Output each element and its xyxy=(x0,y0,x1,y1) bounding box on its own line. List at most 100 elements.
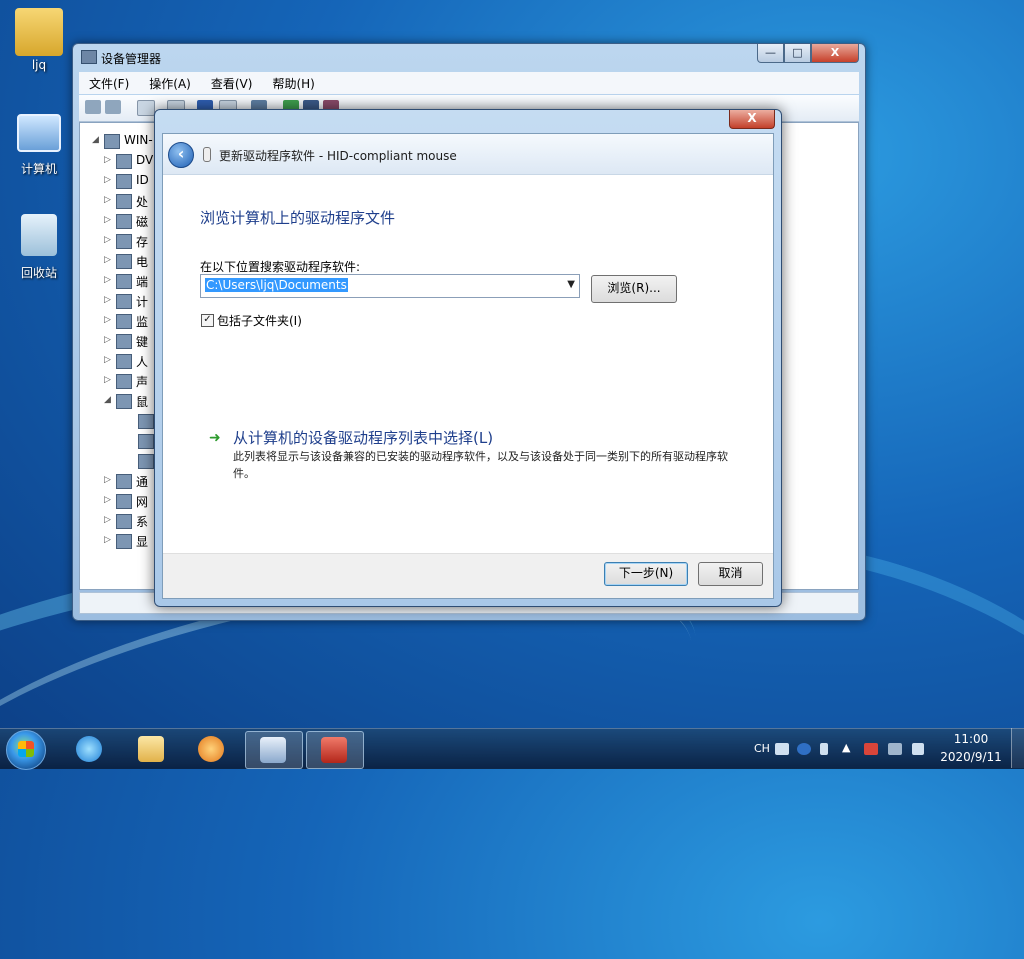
device-category-icon xyxy=(116,474,132,489)
tree-category-label: 监 xyxy=(136,315,149,329)
show-hidden-icons-arrow[interactable]: ▲ xyxy=(842,741,850,754)
menu-help[interactable]: 帮助(H) xyxy=(262,75,324,92)
expand-triangle-icon[interactable]: ▷ xyxy=(104,235,111,245)
tree-category-label: DV xyxy=(136,153,154,167)
toolbox-icon xyxy=(321,737,347,763)
expand-triangle-icon[interactable]: ▷ xyxy=(104,155,111,165)
device-category-icon xyxy=(116,154,132,169)
chevron-down-icon[interactable]: ▼ xyxy=(567,279,575,290)
properties-icon[interactable] xyxy=(137,100,155,116)
volume-icon[interactable] xyxy=(912,743,924,755)
expand-triangle-icon[interactable]: ▷ xyxy=(104,495,111,505)
taskbar-media-player[interactable] xyxy=(184,731,240,767)
tree-category-label: 存 xyxy=(136,235,149,249)
wizard-footer: 下一步(N) 取消 xyxy=(163,553,773,598)
expand-triangle-icon[interactable]: ▷ xyxy=(104,295,111,305)
menu-view[interactable]: 查看(V) xyxy=(201,75,263,92)
pick-from-list-description: 此列表将显示与该设备兼容的已安装的驱动程序软件，以及与该设备处于同一类别下的所有… xyxy=(233,450,728,480)
media-player-icon xyxy=(198,736,224,762)
tree-category-label: 网 xyxy=(136,495,149,509)
computer-icon xyxy=(17,114,61,152)
expand-triangle-icon[interactable]: ▷ xyxy=(104,315,111,325)
desktop-icon-user-folder[interactable]: ljq xyxy=(4,8,74,72)
tree-category-label: 显 xyxy=(136,535,149,549)
device-category-icon xyxy=(116,294,132,309)
device-category-icon xyxy=(116,334,132,349)
device-category-icon xyxy=(116,254,132,269)
desktop-icon-label: 回收站 xyxy=(20,266,57,280)
taskbar-ie[interactable] xyxy=(62,731,118,767)
green-arrow-icon: ➜ xyxy=(209,430,221,446)
help-icon[interactable] xyxy=(797,743,811,755)
device-category-icon xyxy=(138,434,154,449)
taskbar-driver-wizard[interactable] xyxy=(306,731,364,769)
back-button[interactable]: ‹ xyxy=(168,142,194,168)
taskbar-explorer[interactable] xyxy=(124,731,180,767)
next-button[interactable]: 下一步(N) xyxy=(604,562,688,586)
expand-triangle-icon[interactable]: ▷ xyxy=(104,175,111,185)
expand-triangle-icon[interactable]: ◢ xyxy=(104,395,111,405)
taskbar: CH ▲ xyxy=(0,728,1024,770)
device-manager-titlebar[interactable]: 设备管理器 — □ X xyxy=(73,44,865,70)
device-category-icon xyxy=(116,234,132,249)
pick-from-list-link[interactable]: 从计算机的设备驱动程序列表中选择(L) xyxy=(233,427,493,448)
device-category-icon xyxy=(116,514,132,529)
menu-file[interactable]: 文件(F) xyxy=(79,75,139,92)
include-subfolders-checkbox[interactable]: ✓ xyxy=(201,314,214,327)
device-category-icon xyxy=(116,534,132,549)
expand-triangle-icon[interactable]: ▷ xyxy=(104,475,111,485)
device-category-icon xyxy=(138,454,154,469)
expand-triangle-icon[interactable]: ▷ xyxy=(104,355,111,365)
tree-category-label: 处 xyxy=(136,195,149,209)
expand-triangle-icon[interactable]: ▷ xyxy=(104,215,111,225)
expand-triangle-icon[interactable]: ▷ xyxy=(104,275,111,285)
tree-category-label: 系 xyxy=(136,515,149,529)
expand-triangle-icon[interactable]: ▷ xyxy=(104,535,111,545)
collapse-triangle-icon[interactable]: ◢ xyxy=(92,135,99,145)
close-button[interactable]: X xyxy=(811,44,859,63)
expand-triangle-icon[interactable]: ▷ xyxy=(104,375,111,385)
expand-triangle-icon[interactable]: ▷ xyxy=(104,195,111,205)
device-category-icon xyxy=(116,314,132,329)
recycle-bin-icon xyxy=(21,214,57,256)
device-category-icon xyxy=(116,174,132,189)
device-manager-icon xyxy=(81,50,97,64)
ime-options-icon[interactable] xyxy=(820,743,828,755)
driver-path-value[interactable]: C:\Users\ljq\Documents xyxy=(205,278,348,292)
clock-time[interactable]: 11:00 xyxy=(941,732,1001,746)
include-subfolders-label[interactable]: 包括子文件夹(I) xyxy=(217,312,302,329)
network-icon[interactable] xyxy=(888,743,902,755)
taskbar-device-manager[interactable] xyxy=(245,731,303,769)
menu-action[interactable]: 操作(A) xyxy=(139,75,201,92)
tree-category-label: 键 xyxy=(136,335,149,349)
internet-explorer-icon xyxy=(76,736,102,762)
desktop-icon-label: 计算机 xyxy=(20,162,57,176)
device-category-icon xyxy=(116,214,132,229)
expand-triangle-icon[interactable]: ▷ xyxy=(104,255,111,265)
show-desktop-button[interactable] xyxy=(1011,728,1024,768)
dialog-close-button[interactable]: X xyxy=(729,110,775,129)
maximize-button[interactable]: □ xyxy=(784,44,811,63)
forward-arrow-icon[interactable] xyxy=(105,100,121,114)
tree-category-label: 磁 xyxy=(136,215,149,229)
browse-button[interactable]: 浏览(R)... xyxy=(591,275,677,303)
back-arrow-icon[interactable] xyxy=(85,100,101,114)
desktop-icon-recycle-bin[interactable]: 回收站 xyxy=(4,214,74,281)
expand-triangle-icon[interactable]: ▷ xyxy=(104,335,111,345)
expand-triangle-icon[interactable]: ▷ xyxy=(104,515,111,525)
start-button[interactable] xyxy=(6,730,46,770)
action-center-icon[interactable] xyxy=(864,743,878,755)
clock-date[interactable]: 2020/9/11 xyxy=(936,750,1006,764)
driver-path-combobox[interactable]: C:\Users\ljq\Documents ▼ xyxy=(200,274,580,298)
tree-category-label: 计 xyxy=(136,295,149,309)
update-driver-dialog: X ‹ 更新驱动程序软件 - HID-compliant mouse 浏览计算机… xyxy=(154,109,782,607)
keyboard-icon[interactable] xyxy=(775,743,789,755)
tree-category-label: 端 xyxy=(136,275,149,289)
cancel-button[interactable]: 取消 xyxy=(698,562,763,586)
window-title: 设备管理器 xyxy=(101,52,162,66)
device-category-icon xyxy=(116,394,132,409)
minimize-button[interactable]: — xyxy=(757,44,784,63)
input-language[interactable]: CH xyxy=(754,742,770,755)
desktop-icon-computer[interactable]: 计算机 xyxy=(4,114,74,177)
menu-bar: 文件(F) 操作(A) 查看(V) 帮助(H) xyxy=(79,72,859,94)
